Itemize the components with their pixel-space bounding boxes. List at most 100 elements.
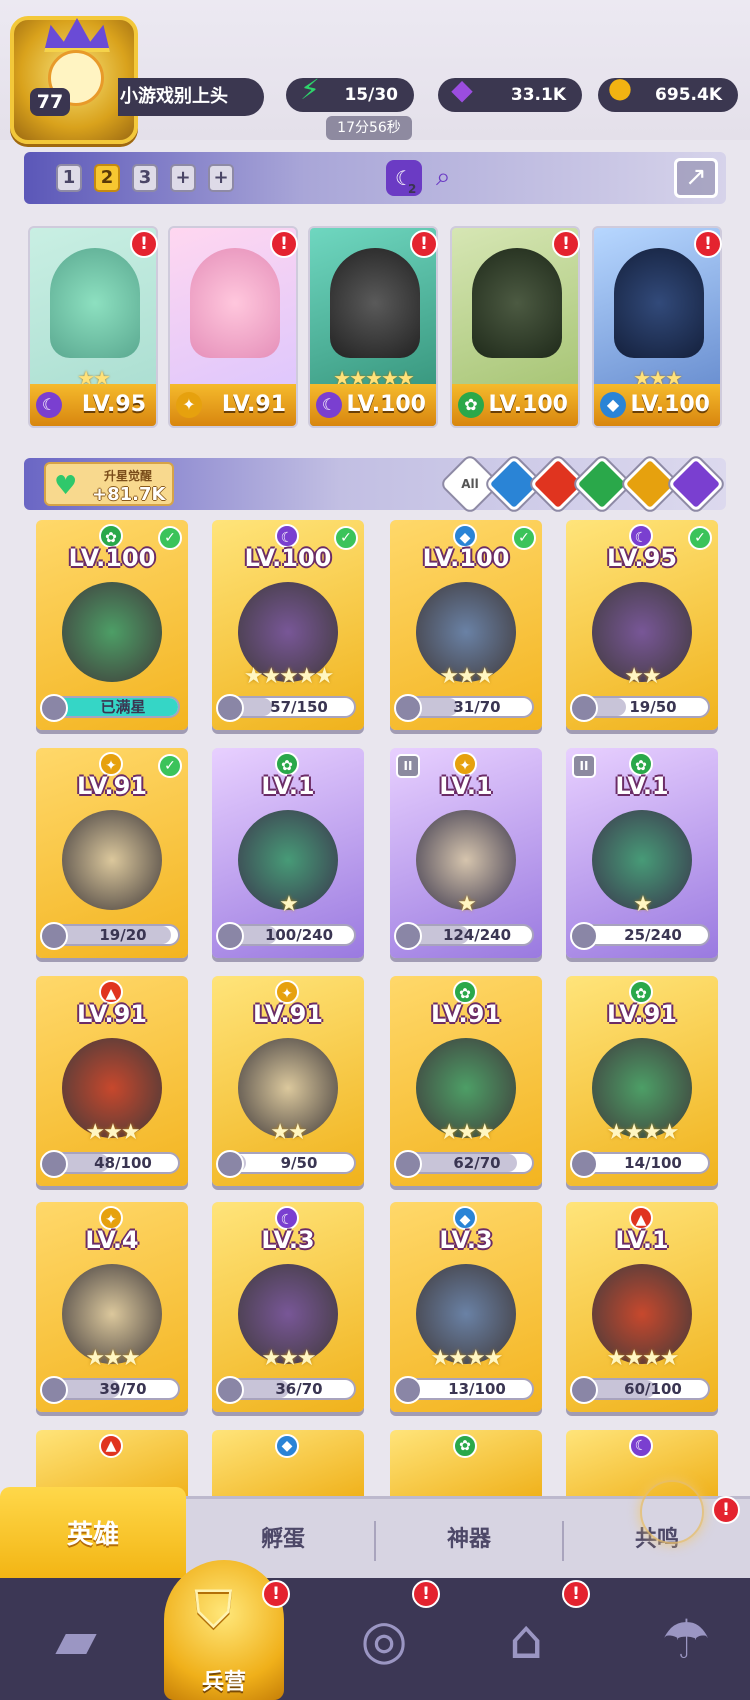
- star-rating: ★★★★★: [243, 664, 335, 689]
- hero-portrait: [330, 248, 420, 358]
- hero-card-partial[interactable]: ✿: [390, 1430, 542, 1496]
- hero-level: LV.100: [244, 544, 332, 572]
- hero-card-partial[interactable]: ☾: [566, 1430, 718, 1496]
- moon-element-icon: ☾: [629, 1434, 653, 1458]
- tab-artifacts[interactable]: 神器: [376, 1499, 562, 1581]
- fragment-icon: [40, 1150, 68, 1178]
- star-awaken-button[interactable]: ♥ 升星觉醒 +81.7K: [44, 462, 174, 506]
- hero-level: LV.3: [261, 1226, 315, 1254]
- player-level: 77: [30, 88, 70, 116]
- moon-skill-icon[interactable]: ☾: [386, 160, 422, 196]
- tab-heroes[interactable]: 英雄: [0, 1487, 186, 1581]
- hero-card[interactable]: ✦ II LV.1 ★ 124/240: [390, 748, 542, 958]
- alert-badge: !: [552, 230, 580, 258]
- star-rating: ★★★: [85, 1120, 140, 1145]
- progress-text: 62/70: [453, 1154, 501, 1172]
- moon-element-icon: ☾: [316, 392, 342, 418]
- fragment-icon: [394, 1150, 422, 1178]
- search-icon[interactable]: ⌕: [436, 162, 451, 193]
- hero-level: LV.95: [607, 544, 677, 572]
- star-rating: ★★: [270, 1120, 307, 1145]
- hero-card[interactable]: ✦ ✓ LV.91 19/20: [36, 748, 188, 958]
- mushroom-icon[interactable]: ☂: [636, 1590, 736, 1690]
- team-tab-add-2[interactable]: +: [208, 164, 234, 192]
- hero-card[interactable]: ◆ LV.3 ★★★★ 13/100: [390, 1202, 542, 1412]
- hero-level: LV.91: [77, 1000, 147, 1028]
- hero-portrait: [614, 248, 704, 358]
- nature-element-icon: ✿: [458, 392, 484, 418]
- alert-badge: !: [130, 230, 158, 258]
- hero-level: LV.1: [615, 772, 669, 800]
- fragment-icon: [216, 922, 244, 950]
- light-element-icon: ✦: [176, 392, 202, 418]
- hero-card[interactable]: ✿ LV.91 ★★★ 62/70: [390, 976, 542, 1186]
- fragment-icon: [394, 694, 422, 722]
- hero-level: LV.1: [261, 772, 315, 800]
- hero-card[interactable]: ◆ ✓ LV.100 ★★★ 31/70: [390, 520, 542, 730]
- gem-icon: ◆: [451, 73, 473, 106]
- hero-portrait: [62, 582, 162, 682]
- hero-card[interactable]: ✿ ✓ LV.100 已满星: [36, 520, 188, 730]
- cards-icon[interactable]: ▰: [26, 1590, 126, 1690]
- progress-text: 13/100: [448, 1380, 506, 1398]
- team-tab-3[interactable]: 3: [132, 164, 158, 192]
- hero-portrait: [472, 248, 562, 358]
- sub-tab-bar: 英雄 孵蛋 神器 共鸣: [0, 1487, 750, 1581]
- star-rating: ★★★: [439, 1120, 494, 1145]
- nav-active-label: 兵营: [201, 1670, 246, 1695]
- fragment-icon: [40, 1376, 68, 1404]
- hero-level: LV.4: [85, 1226, 139, 1254]
- fragment-icon: [394, 1376, 422, 1404]
- player-name[interactable]: 小游戏别上头: [118, 78, 264, 116]
- hero-level: LV.91: [431, 1000, 501, 1028]
- nature-element-icon: ✿: [453, 1434, 477, 1458]
- fragment-icon: [570, 694, 598, 722]
- fragment-icon: [216, 1150, 244, 1178]
- progress-text: 124/240: [442, 926, 512, 944]
- hero-card[interactable]: ▲ LV.91 ★★★ 48/100: [36, 976, 188, 1186]
- hero-card[interactable]: ✿ II LV.1 ★ 25/240: [566, 748, 718, 958]
- share-icon[interactable]: ↗: [674, 158, 718, 198]
- hero-level: LV.91: [77, 772, 147, 800]
- progress-text: 36/70: [275, 1380, 323, 1398]
- resonance-alert-badge: !: [712, 1496, 740, 1524]
- sparkle-ring-icon: [640, 1480, 704, 1544]
- progress-text: 25/240: [624, 926, 682, 944]
- hero-level: LV.1: [615, 1226, 669, 1254]
- energy-bolt-icon: ⚡: [300, 73, 320, 106]
- fragment-icon: [394, 922, 422, 950]
- star-rating: ★★★★: [430, 1346, 504, 1371]
- hero-card[interactable]: ✦ LV.91 ★★ 9/50: [212, 976, 364, 1186]
- temple-icon[interactable]: ⌂: [476, 1590, 576, 1690]
- alert-badge: !: [562, 1580, 590, 1608]
- team-tab-2[interactable]: 2: [94, 164, 120, 192]
- star-rating: ★★★: [439, 664, 494, 689]
- hero-card[interactable]: ✿ LV.91 ★★★★ 14/100: [566, 976, 718, 1186]
- hero-card[interactable]: ☾ ✓ LV.95 ★★ 19/50: [566, 520, 718, 730]
- alert-badge: !: [694, 230, 722, 258]
- star-rating: ★: [457, 892, 477, 917]
- progress-text: 48/100: [94, 1154, 152, 1172]
- progress-text: 9/50: [280, 1154, 318, 1172]
- gold-coin-icon: ●: [607, 71, 633, 104]
- hero-level: LV.91: [253, 1000, 323, 1028]
- team-selector-bar: [24, 152, 726, 204]
- team-tab-1[interactable]: 1: [56, 164, 82, 192]
- hero-card-partial[interactable]: ◆: [212, 1430, 364, 1496]
- fragment-icon: [40, 922, 68, 950]
- fragment-icon: [40, 694, 68, 722]
- hero-card[interactable]: ✦ LV.4 ★★★ 39/70: [36, 1202, 188, 1412]
- hero-card[interactable]: ☾ LV.3 ★★★ 36/70: [212, 1202, 364, 1412]
- hero-card[interactable]: ☾ ✓ LV.100 ★★★★★ 57/150: [212, 520, 364, 730]
- hero-portrait: [50, 248, 140, 358]
- alert-badge: !: [412, 1580, 440, 1608]
- hero-card[interactable]: ▲ LV.1 ★★★★ 60/100: [566, 1202, 718, 1412]
- alert-badge: !: [270, 230, 298, 258]
- star-rating: ★: [633, 892, 653, 917]
- moon-element-icon: ☾: [36, 392, 62, 418]
- star-rating: ★★★: [85, 1346, 140, 1371]
- crown-icon: [44, 18, 110, 52]
- team-tab-add-1[interactable]: +: [170, 164, 196, 192]
- hero-level: LV.91: [607, 1000, 677, 1028]
- hero-card[interactable]: ✿ LV.1 ★ 100/240: [212, 748, 364, 958]
